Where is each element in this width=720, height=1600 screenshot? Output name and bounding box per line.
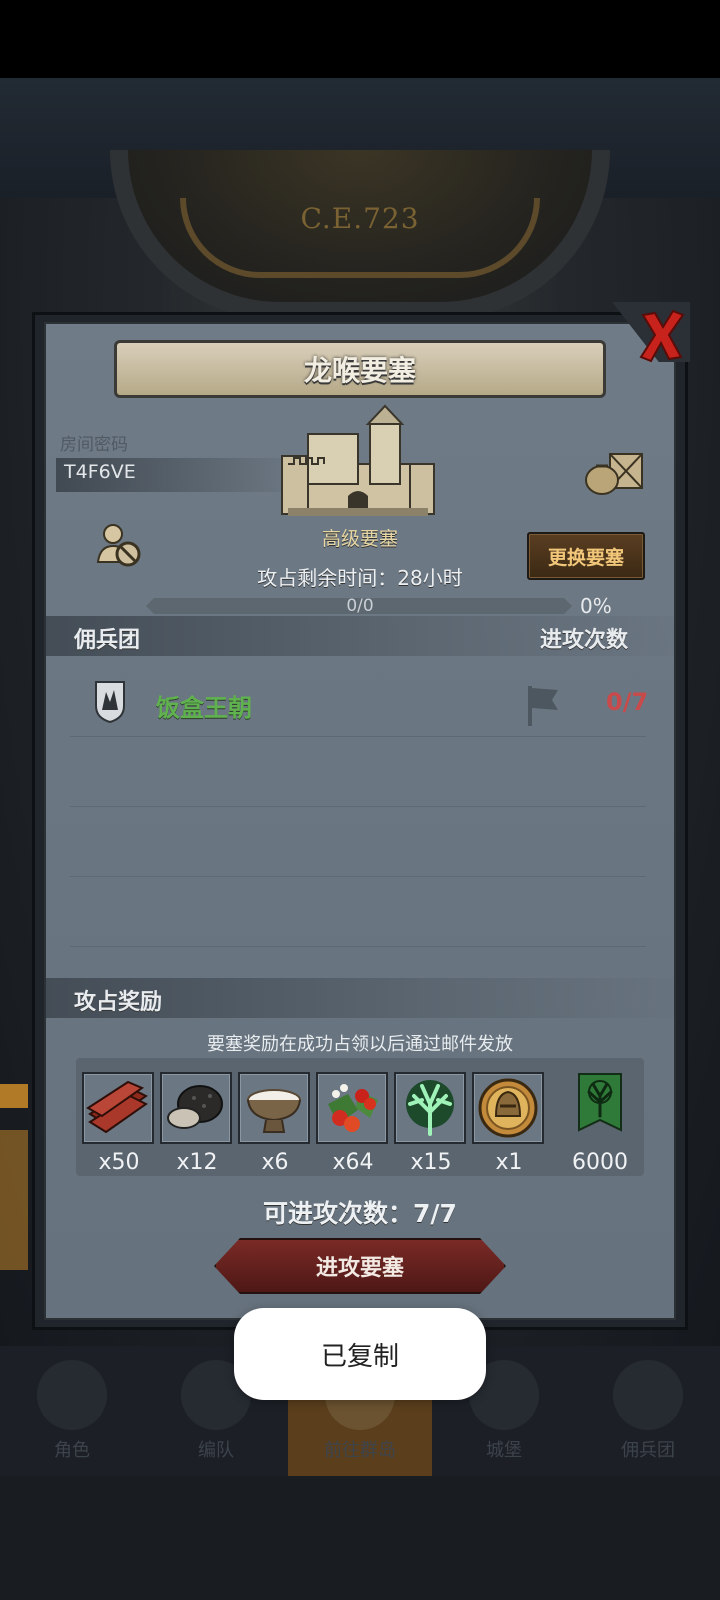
berries-icon bbox=[328, 1084, 378, 1132]
reward-item[interactable]: x15 bbox=[394, 1072, 468, 1175]
reward-qty: x15 bbox=[410, 1150, 452, 1175]
flag-icon bbox=[528, 686, 558, 726]
toast-text: 已复制 bbox=[320, 1341, 399, 1372]
copied-toast: 已复制 bbox=[234, 1308, 486, 1400]
wood-planks-icon bbox=[86, 1080, 148, 1134]
row-divider bbox=[70, 946, 646, 947]
attack-fortress-button[interactable]: 进攻要塞 bbox=[214, 1238, 506, 1294]
reward-qty: 6000 bbox=[572, 1150, 628, 1175]
row-divider bbox=[70, 806, 646, 807]
nav-item-label: 角色 bbox=[54, 1440, 90, 1461]
nav-item-mercenary[interactable]: 佣兵团 bbox=[576, 1346, 720, 1476]
knight-medal-icon bbox=[478, 1078, 538, 1138]
reward-item[interactable]: x12 bbox=[160, 1072, 234, 1175]
supply-bag-icon[interactable] bbox=[584, 448, 646, 496]
attack-count-header: 进攻次数 bbox=[540, 628, 629, 653]
guild-shield-icon bbox=[95, 681, 125, 724]
nav-item-label: 城堡 bbox=[486, 1440, 522, 1461]
dialog-title-bar: 龙喉要塞 bbox=[114, 340, 606, 398]
flag-icon bbox=[613, 1360, 683, 1430]
reward-item[interactable]: 6000 bbox=[562, 1072, 638, 1175]
dialog-title: 龙喉要塞 bbox=[303, 354, 416, 387]
row-divider bbox=[70, 736, 646, 737]
reward-qty: x64 bbox=[332, 1150, 374, 1175]
reward-note: 要塞奖励在成功占领以后通过邮件发放 bbox=[207, 1034, 513, 1055]
reward-item[interactable]: x6 bbox=[238, 1072, 312, 1175]
reward-item[interactable]: x1 bbox=[472, 1072, 546, 1175]
nav-item-character[interactable]: 角色 bbox=[0, 1346, 144, 1476]
bottom-backdrop bbox=[0, 1476, 720, 1600]
fortress-castle-icon bbox=[281, 404, 435, 516]
side-marker bbox=[0, 1084, 28, 1108]
reward-qty: x50 bbox=[98, 1150, 140, 1175]
knight-icon bbox=[37, 1360, 107, 1430]
room-code-value[interactable]: T4F6VE bbox=[64, 461, 136, 483]
capture-progress-percent: 0% bbox=[580, 594, 612, 618]
nav-item-label: 前往群岛 bbox=[324, 1440, 396, 1461]
guild-attack-count: 0/7 bbox=[606, 688, 649, 716]
reward-item[interactable]: x64 bbox=[316, 1072, 390, 1175]
reward-qty: x1 bbox=[495, 1150, 523, 1175]
game-screen: { "background": { "era_label": "C.E.723"… bbox=[0, 0, 720, 1600]
milk-bowl-icon bbox=[247, 1089, 301, 1133]
nav-item-label: 编队 bbox=[198, 1440, 234, 1461]
attack-fortress-label: 进攻要塞 bbox=[315, 1256, 404, 1281]
remaining-time: 攻占剩余时间：28小时 bbox=[257, 566, 463, 590]
nav-item-label: 佣兵团 bbox=[621, 1440, 675, 1461]
mercenary-header: 佣兵团 bbox=[74, 628, 141, 653]
tree-banner-icon bbox=[578, 1073, 622, 1132]
close-button[interactable] bbox=[636, 308, 686, 364]
close-icon bbox=[639, 309, 685, 363]
reward-item[interactable]: x50 bbox=[82, 1072, 156, 1175]
row-divider bbox=[70, 876, 646, 877]
truffle-icon bbox=[167, 1085, 223, 1129]
guild-name[interactable]: 饭盒王朝 bbox=[156, 688, 252, 723]
status-bar-area bbox=[0, 0, 720, 78]
era-label: C.E.723 bbox=[300, 202, 420, 235]
reward-qty: x6 bbox=[261, 1150, 289, 1175]
attack-attempts: 可进攻次数：7/7 bbox=[263, 1199, 457, 1228]
reward-header: 攻占奖励 bbox=[74, 990, 163, 1015]
room-code-label: 房间密码 bbox=[60, 435, 128, 455]
capture-progress-text: 0/0 bbox=[346, 596, 374, 616]
green-spirit-tree-icon bbox=[406, 1080, 454, 1136]
reward-qty: x12 bbox=[176, 1150, 218, 1175]
